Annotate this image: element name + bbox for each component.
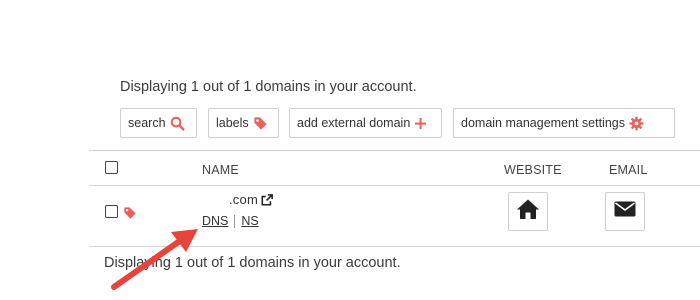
website-button[interactable] (508, 192, 548, 231)
table-bottom-divider (89, 246, 700, 247)
labels-button-label: labels (216, 116, 249, 130)
tag-icon[interactable] (123, 206, 137, 225)
select-all-checkbox[interactable] (105, 161, 118, 174)
search-button-label: search (128, 116, 166, 130)
magnifier-icon (170, 116, 185, 131)
labels-button[interactable]: labels (208, 108, 279, 138)
search-button[interactable]: search (120, 108, 197, 138)
domain-management-settings-button[interactable]: domain management settings (453, 108, 675, 138)
home-icon (516, 198, 540, 225)
column-header-email: EMAIL (609, 163, 648, 177)
row-select-checkbox[interactable] (105, 205, 118, 218)
table-top-divider (89, 150, 700, 151)
external-link-icon[interactable] (261, 193, 273, 206)
dns-link[interactable]: DNS (202, 214, 228, 228)
header-divider (89, 185, 700, 186)
ns-link[interactable]: NS (241, 214, 258, 228)
tag-icon (253, 116, 268, 131)
plus-icon (414, 117, 427, 130)
domain-list-page: Displaying 1 out of 1 domains in your ac… (0, 0, 700, 300)
column-header-name: NAME (202, 163, 239, 177)
add-external-domain-label: add external domain (297, 116, 411, 130)
link-separator (234, 214, 236, 228)
envelope-icon (614, 201, 636, 222)
domain-count-summary-bottom: Displaying 1 out of 1 domains in your ac… (104, 255, 401, 271)
email-button[interactable] (605, 192, 645, 231)
add-external-domain-button[interactable]: add external domain (289, 108, 442, 138)
domain-links: DNS NS (202, 214, 259, 228)
redacted-domain-part (202, 193, 229, 206)
column-header-website: WEBSITE (504, 163, 562, 177)
gear-icon (629, 116, 644, 131)
domain-name[interactable]: .com (202, 192, 273, 207)
domain-count-summary-top: Displaying 1 out of 1 domains in your ac… (120, 79, 417, 95)
domain-suffix: .com (229, 192, 258, 207)
domain-management-settings-label: domain management settings (461, 116, 625, 130)
